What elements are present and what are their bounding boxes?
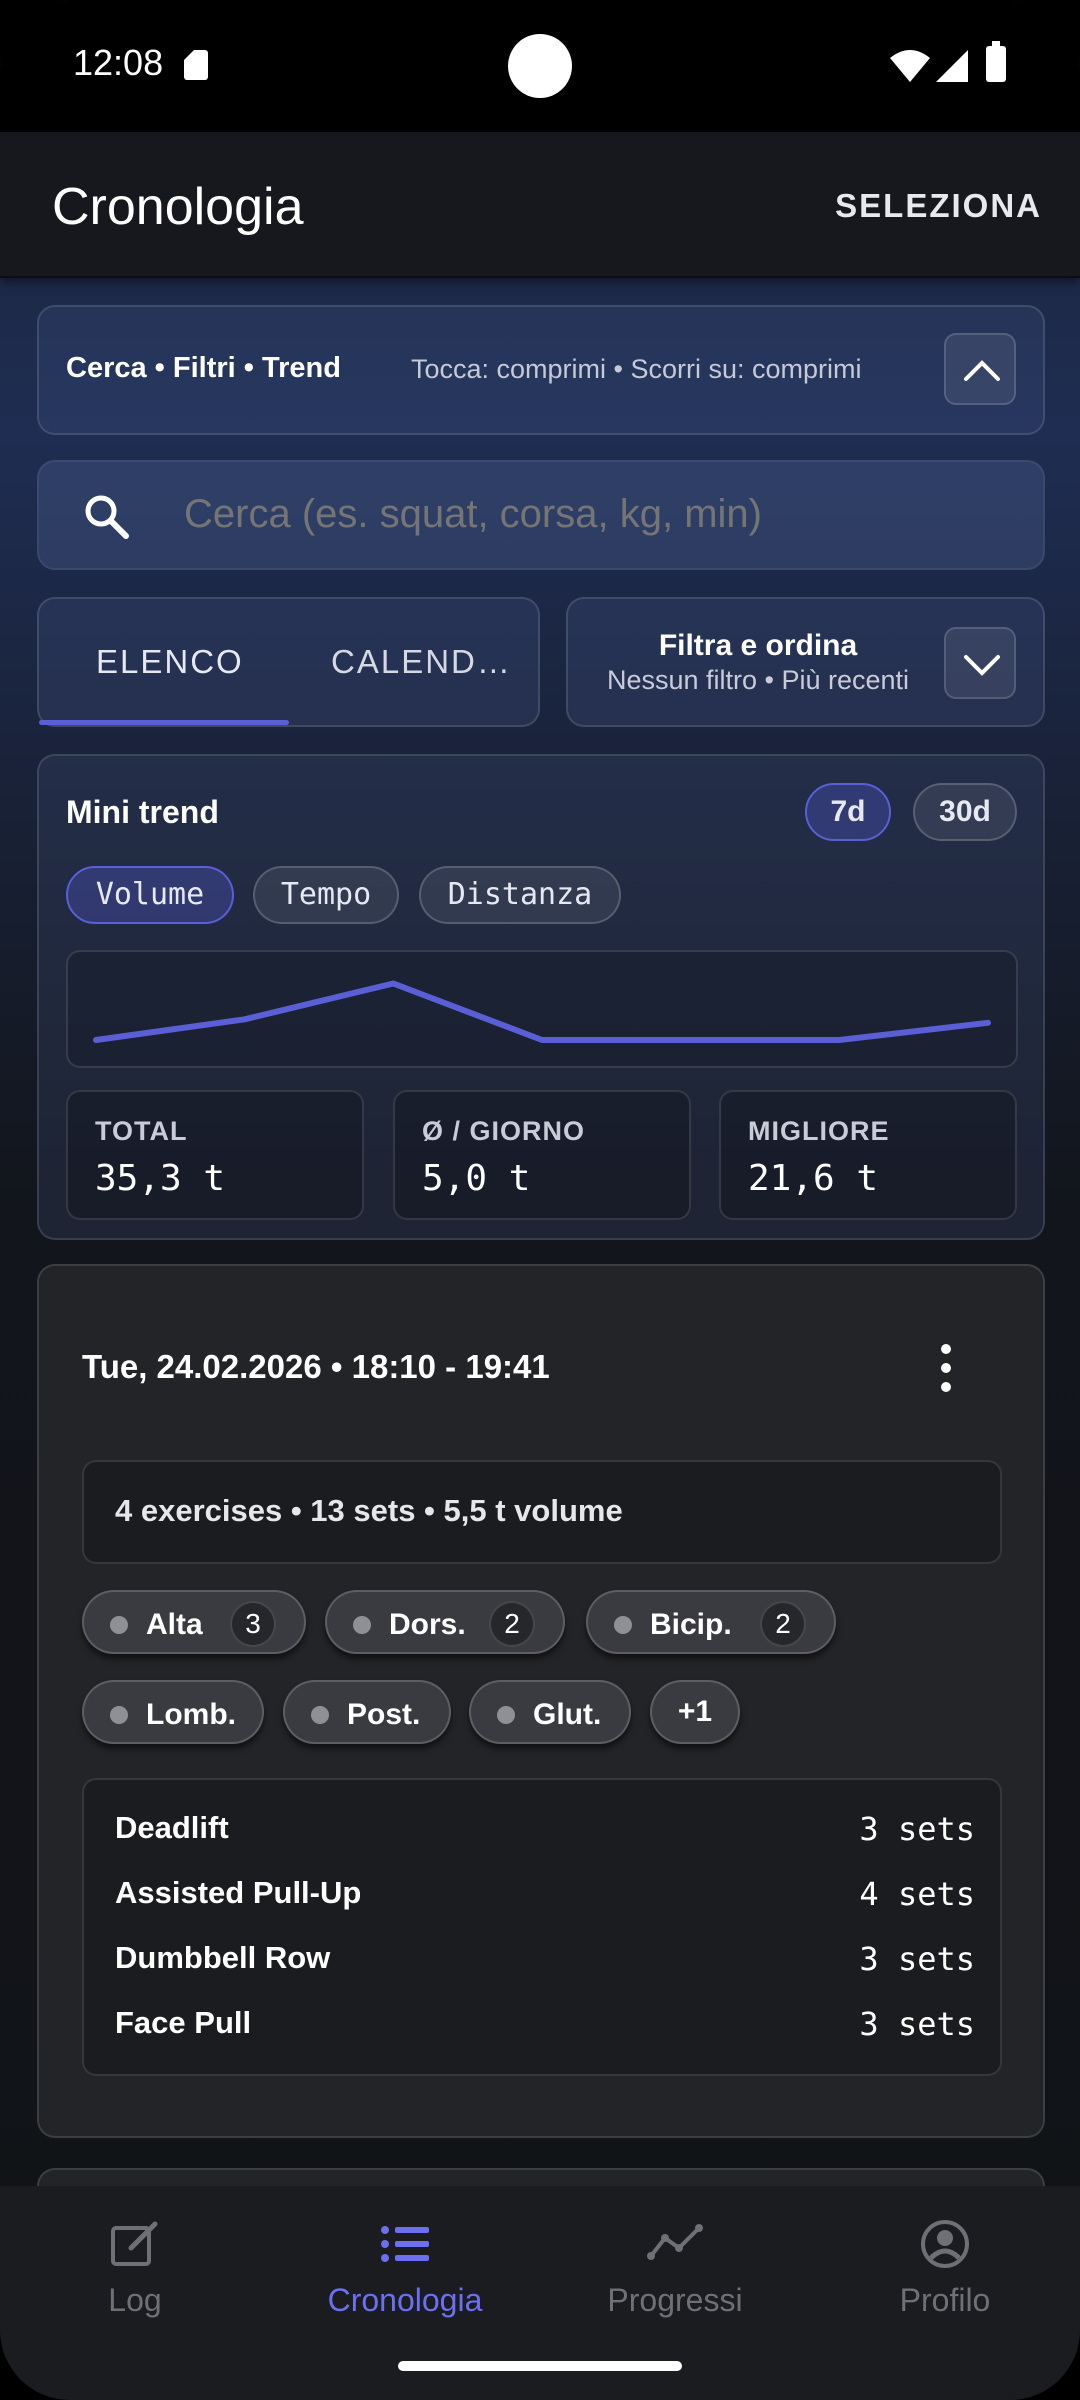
muscle-chip[interactable]: Glut. xyxy=(469,1680,631,1744)
stat-best: MIGLIORE 21,6 t xyxy=(719,1090,1017,1220)
exercise-name: Assisted Pull-Up xyxy=(115,1875,362,1910)
list-item: Face Pull 3 sets xyxy=(115,2005,975,2045)
chip-dot xyxy=(353,1616,371,1634)
filter-subtitle: Nessun filtro • Più recenti xyxy=(606,665,910,695)
muscle-chip[interactable]: Dors. 2 xyxy=(325,1590,565,1654)
header-title: Cerca • Filtri • Trend xyxy=(66,352,341,384)
more-options-icon[interactable] xyxy=(941,1344,953,1392)
search-filter-header[interactable]: Cerca • Filtri • Trend Tocca: comprimi •… xyxy=(37,305,1045,435)
sd-card-icon xyxy=(184,50,208,80)
status-bar: 12:08 xyxy=(0,0,1080,132)
chip-count: 2 xyxy=(760,1601,806,1647)
filter-title: Filtra e ordina xyxy=(658,629,858,662)
chip-count: 2 xyxy=(489,1601,535,1647)
screen: 12:08 Cronologia SELEZIONA Cerca • Filtr… xyxy=(0,0,1080,2400)
exercise-name: Face Pull xyxy=(115,2005,252,2040)
chip-dot xyxy=(614,1616,632,1634)
tab-elenco[interactable]: ELENCO xyxy=(96,643,244,681)
expand-filter-button[interactable] xyxy=(944,627,1016,699)
exercise-sets: 3 sets xyxy=(859,1810,975,1848)
metric-distanza-chip[interactable]: Distanza xyxy=(419,866,621,924)
muscle-chip[interactable]: Lomb. xyxy=(82,1680,264,1744)
nav-progressi[interactable]: Progressi xyxy=(540,2216,810,2319)
exercise-sets: 3 sets xyxy=(859,2005,975,2043)
mini-trend-card: Mini trend 7d 30d Volume Tempo Distanza … xyxy=(37,754,1045,1240)
nav-cronologia[interactable]: Cronologia xyxy=(270,2216,540,2319)
wifi-icon xyxy=(890,50,930,82)
chip-label: Dors. xyxy=(389,1608,466,1641)
stat-label: MIGLIORE xyxy=(748,1116,890,1146)
header-hint: Tocca: comprimi • Scorri su: comprimi xyxy=(411,354,862,384)
exercise-name: Deadlift xyxy=(115,1810,229,1845)
stat-label: Ø / GIORNO xyxy=(422,1116,586,1146)
camera-cutout xyxy=(508,34,572,98)
search-bar[interactable] xyxy=(37,460,1045,570)
trend-icon xyxy=(647,2224,703,2260)
tab-indicator xyxy=(39,720,289,725)
tab-calendar[interactable]: CALEND… xyxy=(331,643,512,681)
stat-value: 21,6 t xyxy=(748,1158,879,1199)
list-item: Assisted Pull-Up 4 sets xyxy=(115,1875,975,1915)
page-title: Cronologia xyxy=(52,178,304,236)
metric-volume-chip[interactable]: Volume xyxy=(66,866,234,924)
select-button[interactable]: SELEZIONA xyxy=(835,187,1042,225)
exercise-sets: 4 sets xyxy=(859,1875,975,1913)
list-item: Deadlift 3 sets xyxy=(115,1810,975,1850)
stat-label: TOTAL xyxy=(95,1116,188,1146)
nav-profilo[interactable]: Profilo xyxy=(810,2216,1080,2319)
nav-label: Progressi xyxy=(607,2282,743,2318)
chip-label: Glut. xyxy=(533,1698,602,1731)
nav-label: Cronologia xyxy=(327,2282,483,2318)
chip-label: Post. xyxy=(347,1698,421,1731)
collapse-button[interactable] xyxy=(944,333,1016,405)
stat-value: 35,3 t xyxy=(95,1158,226,1199)
session-card[interactable]: Tue, 24.02.2026 • 18:10 - 19:41 4 exerci… xyxy=(37,1264,1045,2138)
chevron-up-icon xyxy=(964,360,1000,381)
search-icon xyxy=(85,495,129,539)
list-item: Dumbbell Row 3 sets xyxy=(115,1940,975,1980)
muscle-chip[interactable]: Bicip. 2 xyxy=(586,1590,836,1654)
range-30d-button[interactable]: 30d xyxy=(913,783,1017,841)
chip-label: Bicip. xyxy=(650,1608,732,1641)
profile-icon xyxy=(921,2220,969,2268)
exercise-name: Dumbbell Row xyxy=(115,1940,331,1975)
app-bar: Cronologia SELEZIONA xyxy=(0,132,1080,278)
nav-log[interactable]: Log xyxy=(0,2216,270,2319)
chip-dot xyxy=(110,1706,128,1724)
filter-sort-button[interactable]: Filtra e ordina Nessun filtro • Più rece… xyxy=(566,597,1045,727)
series-line xyxy=(93,980,991,1043)
chip-label: Alta xyxy=(146,1608,203,1641)
exercise-sets: 3 sets xyxy=(859,1940,975,1978)
chip-count: 3 xyxy=(230,1601,276,1647)
edit-icon xyxy=(111,2221,158,2266)
signal-icon xyxy=(936,50,968,82)
session-summary: 4 exercises • 13 sets • 5,5 t volume xyxy=(82,1460,1002,1564)
nav-label: Log xyxy=(108,2282,162,2318)
nav-label: Profilo xyxy=(899,2282,991,2318)
list-icon xyxy=(381,2226,429,2262)
trend-title: Mini trend xyxy=(66,794,219,830)
battery-icon xyxy=(986,41,1006,82)
muscle-chip[interactable]: Post. xyxy=(283,1680,451,1744)
muscle-chip[interactable]: Alta 3 xyxy=(82,1590,306,1654)
chip-label: Lomb. xyxy=(146,1698,236,1731)
sparkline-chart xyxy=(66,950,1018,1068)
stat-value: 5,0 t xyxy=(422,1158,531,1199)
chip-dot xyxy=(497,1706,515,1724)
chevron-down-icon xyxy=(964,655,1000,676)
session-date: Tue, 24.02.2026 • 18:10 - 19:41 xyxy=(82,1348,550,1385)
search-input[interactable] xyxy=(184,492,1004,537)
more-muscles-chip[interactable]: +1 xyxy=(650,1680,740,1744)
range-7d-button[interactable]: 7d xyxy=(805,783,891,841)
exercise-list: Deadlift 3 sets Assisted Pull-Up 4 sets … xyxy=(82,1778,1002,2076)
status-time: 12:08 xyxy=(73,42,164,83)
metric-tempo-chip[interactable]: Tempo xyxy=(253,866,399,924)
summary-text: 4 exercises • 13 sets • 5,5 t volume xyxy=(115,1493,623,1528)
home-indicator xyxy=(398,2361,682,2371)
stat-total: TOTAL 35,3 t xyxy=(66,1090,364,1220)
view-tabs: ELENCO CALEND… xyxy=(37,597,540,727)
chip-dot xyxy=(110,1616,128,1634)
chip-dot xyxy=(311,1706,329,1724)
stat-per-day: Ø / GIORNO 5,0 t xyxy=(393,1090,691,1220)
